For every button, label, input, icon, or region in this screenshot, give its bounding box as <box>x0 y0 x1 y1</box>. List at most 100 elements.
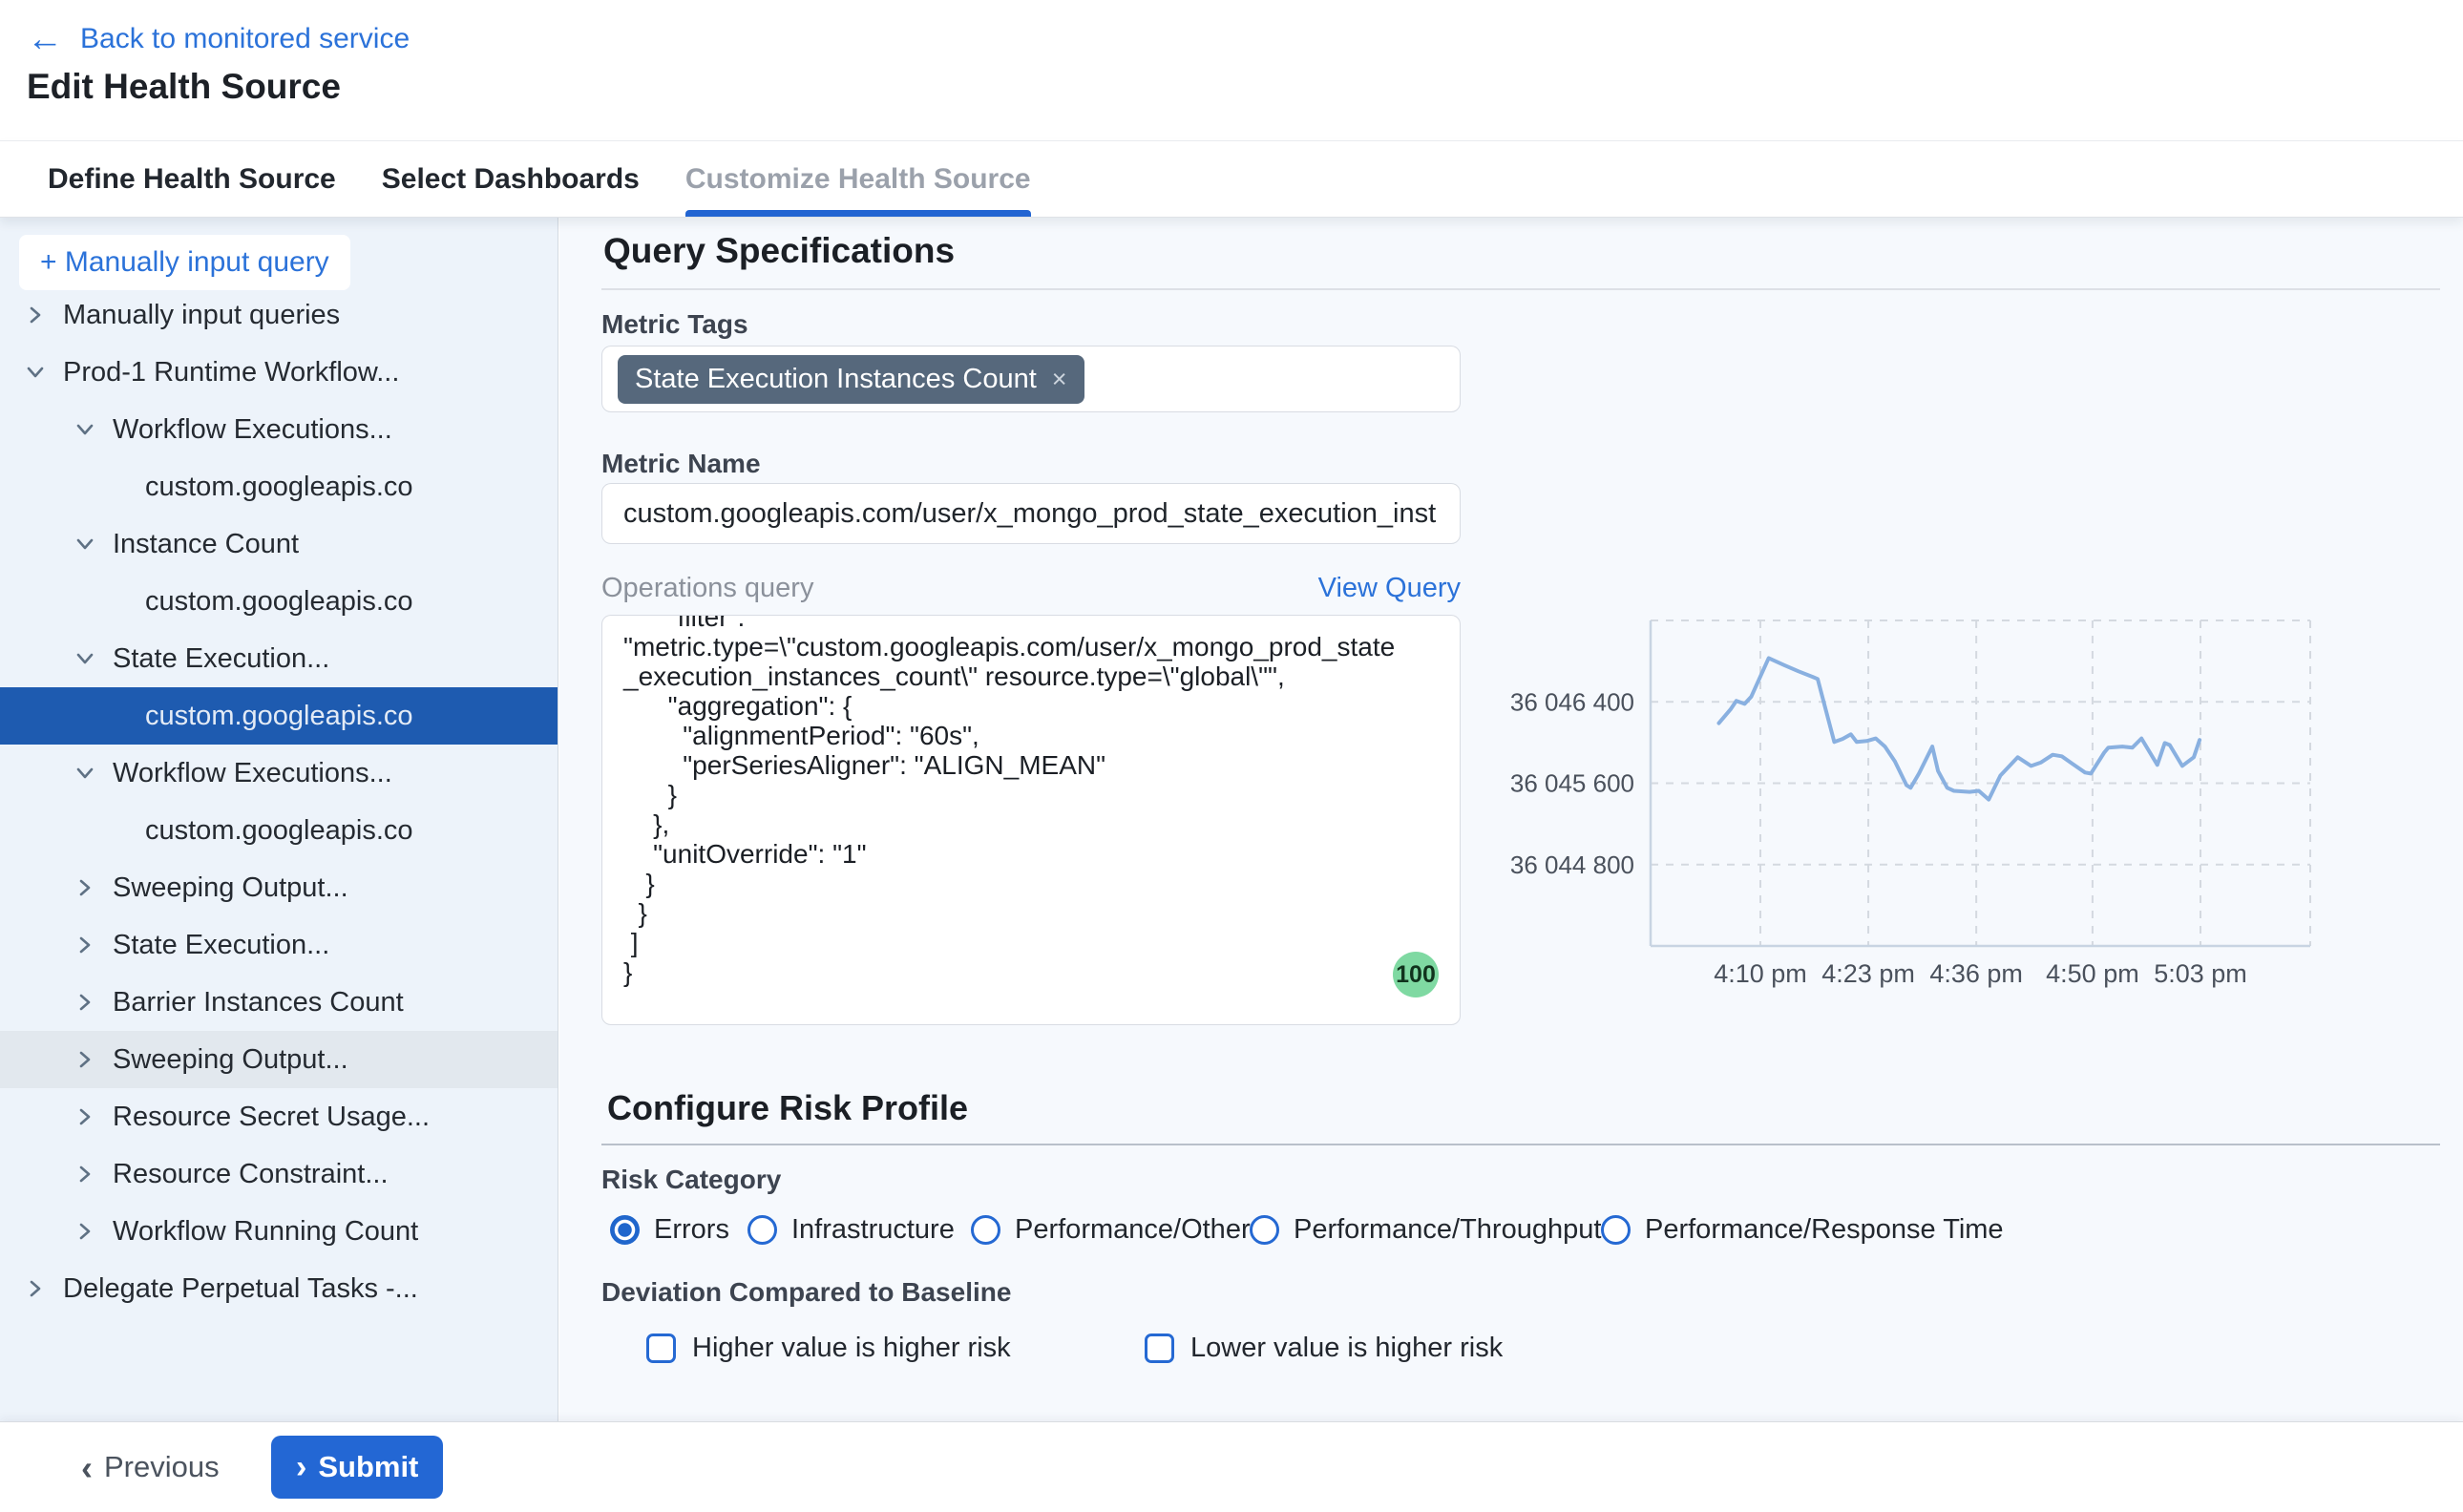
tree-item-label: Workflow Running Count <box>113 1216 418 1248</box>
tree-item-label: Instance Count <box>113 529 299 560</box>
checkbox-icon[interactable] <box>646 1334 676 1363</box>
sidebar-tree: Manually input queries Prod-1 Runtime Wor… <box>0 286 558 1317</box>
metric-tag-chip: State Execution Instances Count × <box>618 355 1084 404</box>
tree-item[interactable]: custom.googleapis.co <box>0 802 558 859</box>
tree-item-label: Barrier Instances Count <box>113 987 404 1018</box>
tree-item[interactable]: Resource Secret Usage... <box>0 1088 558 1145</box>
tree-item-label: Delegate Perpetual Tasks -... <box>63 1273 418 1305</box>
checkbox-icon[interactable] <box>1145 1334 1174 1363</box>
chevron-down-icon[interactable] <box>73 417 97 442</box>
checkbox-label: Higher value is higher risk <box>692 1333 1011 1364</box>
back-link-label: Back to monitored service <box>80 23 410 55</box>
tree-item-label: Resource Secret Usage... <box>113 1102 430 1133</box>
radio-label: Errors <box>654 1214 729 1246</box>
tree-item[interactable]: Instance Count <box>0 515 558 573</box>
remove-tag-icon[interactable]: × <box>1052 365 1067 394</box>
checkbox-label: Lower value is higher risk <box>1190 1333 1503 1364</box>
radio-icon[interactable] <box>1601 1215 1631 1245</box>
tree-item-label: custom.googleapis.co <box>145 701 413 732</box>
tree-item[interactable]: State Execution... <box>0 916 558 974</box>
tree-item[interactable]: Sweeping Output... <box>0 1031 558 1088</box>
radio-performance-response-time[interactable]: Performance/Response Time <box>1601 1208 2004 1250</box>
radio-icon[interactable] <box>1250 1215 1279 1245</box>
deviation-options: Higher value is higher risk Lower value i… <box>559 1327 2463 1369</box>
chevron-right-icon[interactable] <box>73 990 97 1015</box>
chevron-right-icon[interactable] <box>73 875 97 900</box>
risk-category-label: Risk Category <box>601 1165 781 1195</box>
tree-item[interactable]: custom.googleapis.co <box>0 458 558 515</box>
radio-performance-other[interactable]: Performance/Other <box>971 1208 1251 1250</box>
chevron-down-icon[interactable] <box>73 761 97 786</box>
tree-item[interactable]: Workflow Executions... <box>0 745 558 802</box>
tree-item[interactable]: Barrier Instances Count <box>0 974 558 1031</box>
tree-item[interactable]: Manually input queries <box>0 286 558 344</box>
risk-section-divider <box>601 1144 2440 1145</box>
tree-item[interactable]: State Execution... <box>0 630 558 687</box>
metric-tags-label: Metric Tags <box>601 309 748 340</box>
tab-bar: Define Health Source Select Dashboards C… <box>0 140 2463 218</box>
radio-icon[interactable] <box>971 1215 1000 1245</box>
radio-performance-throughput[interactable]: Performance/Throughput <box>1250 1208 1601 1250</box>
content-area: + Manually input query Manually input qu… <box>0 218 2463 1422</box>
svg-text:4:50 pm: 4:50 pm <box>2046 959 2139 988</box>
submit-button[interactable]: › Submit <box>271 1436 443 1499</box>
tree-item-label: State Execution... <box>113 930 329 961</box>
radio-icon[interactable] <box>610 1215 640 1245</box>
risk-category-options: Errors Infrastructure Performance/Other Per… <box>559 1208 2463 1250</box>
operations-query-text: "filter": "metric.type=\"custom.googleap… <box>602 615 1460 987</box>
radio-icon[interactable] <box>747 1215 777 1245</box>
chevron-right-icon[interactable] <box>73 1104 97 1129</box>
tree-item-label: State Execution... <box>113 643 329 675</box>
chevron-right-icon[interactable] <box>23 303 48 327</box>
tree-item-label: Workflow Executions... <box>113 414 392 446</box>
tab-customize-health-source[interactable]: Customize Health Source <box>685 141 1031 217</box>
operations-query-row: Operations query View Query <box>601 573 1461 604</box>
chevron-right-icon[interactable] <box>23 1276 48 1301</box>
back-arrow-icon: ← <box>27 21 63 57</box>
tab-select-dashboards[interactable]: Select Dashboards <box>382 141 640 217</box>
metric-name-input[interactable]: custom.googleapis.com/user/x_mongo_prod_… <box>601 483 1461 544</box>
metric-name-label: Metric Name <box>601 449 761 479</box>
chevron-right-icon[interactable] <box>73 933 97 957</box>
chevron-down-icon[interactable] <box>73 646 97 671</box>
chevron-right-icon[interactable] <box>73 1219 97 1244</box>
tree-item[interactable]: custom.googleapis.co <box>0 687 558 745</box>
tree-item[interactable]: custom.googleapis.co <box>0 573 558 630</box>
tree-item[interactable]: Resource Constraint... <box>0 1145 558 1203</box>
checkbox-lower-value-is-higher-risk[interactable]: Lower value is higher risk <box>1145 1327 1503 1369</box>
query-score-badge: 100 <box>1393 952 1439 998</box>
tree-item[interactable]: Delegate Perpetual Tasks -... <box>0 1260 558 1317</box>
metric-name-value: custom.googleapis.com/user/x_mongo_prod_… <box>623 498 1436 530</box>
chevron-down-icon[interactable] <box>23 360 48 385</box>
radio-errors[interactable]: Errors <box>610 1208 729 1250</box>
metric-tags-input[interactable]: State Execution Instances Count × <box>601 346 1461 412</box>
tree-item-label: Sweeping Output... <box>113 872 348 904</box>
previous-button[interactable]: ‹ Previous <box>81 1422 220 1512</box>
tab-define-health-source[interactable]: Define Health Source <box>48 141 336 217</box>
tree-item[interactable]: Workflow Executions... <box>0 401 558 458</box>
tree-item-label: custom.googleapis.co <box>145 472 413 503</box>
configure-risk-profile-heading: Configure Risk Profile <box>607 1088 968 1128</box>
svg-text:36 044 800: 36 044 800 <box>1510 850 1634 879</box>
chevron-right-icon[interactable] <box>73 1047 97 1072</box>
back-link[interactable]: ← Back to monitored service <box>27 21 410 57</box>
operations-query-label: Operations query <box>601 573 813 604</box>
tree-item-label: Prod-1 Runtime Workflow... <box>63 357 399 388</box>
radio-label: Performance/Throughput <box>1294 1214 1601 1246</box>
checkbox-higher-value-is-higher-risk[interactable]: Higher value is higher risk <box>646 1327 1011 1369</box>
operations-query-textarea[interactable]: "filter": "metric.type=\"custom.googleap… <box>601 615 1461 1025</box>
tree-item[interactable]: Sweeping Output... <box>0 859 558 916</box>
svg-text:4:36 pm: 4:36 pm <box>1929 959 2023 988</box>
tree-item[interactable]: Workflow Running Count <box>0 1203 558 1260</box>
footer-bar: ‹ Previous › Submit <box>0 1421 2463 1512</box>
view-query-link[interactable]: View Query <box>1318 573 1461 604</box>
radio-infrastructure[interactable]: Infrastructure <box>747 1208 955 1250</box>
tree-item[interactable]: Prod-1 Runtime Workflow... <box>0 344 558 401</box>
chevron-right-icon[interactable] <box>73 1162 97 1186</box>
chevron-down-icon[interactable] <box>73 532 97 556</box>
tree-item-label: Workflow Executions... <box>113 758 392 789</box>
page-header: ← Back to monitored service Edit Health … <box>0 0 2463 140</box>
add-query-button[interactable]: + Manually input query <box>19 235 350 290</box>
tree-item-label: Sweeping Output... <box>113 1044 348 1076</box>
section-divider <box>601 288 2440 290</box>
